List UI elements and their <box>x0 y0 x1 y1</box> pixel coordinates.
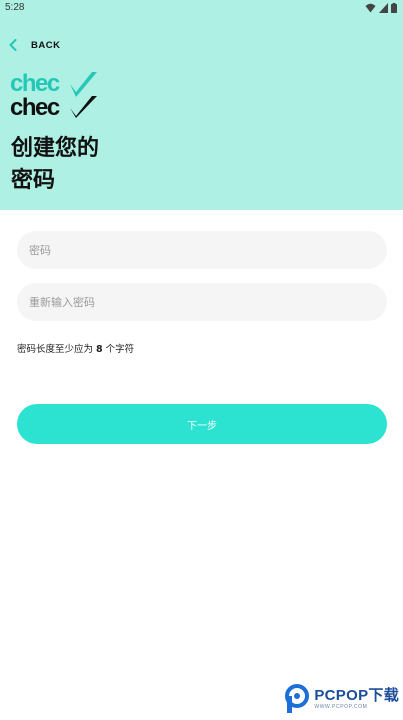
signal-icon <box>379 3 388 13</box>
status-time: 5:28 <box>5 2 25 13</box>
wifi-icon <box>365 3 376 13</box>
hint-min-length: 8 <box>96 344 103 355</box>
status-bar: 5:28 <box>0 0 403 16</box>
password-length-hint: 密码长度至少应为 8 个字符 <box>17 341 134 355</box>
page-title-line-2: 密码 <box>11 168 56 193</box>
watermark: PCPOP下载 WWW.PCPOP.COM <box>284 684 399 714</box>
back-button[interactable]: BACK <box>6 36 60 54</box>
hint-prefix: 密码长度至少应为 <box>17 344 97 355</box>
chevron-left-icon <box>6 36 20 54</box>
svg-text:chec: chec <box>10 94 60 118</box>
confirm-password-input[interactable] <box>17 283 387 321</box>
checkcheck-logo: chec chec <box>10 70 97 118</box>
hint-suffix: 个字符 <box>102 344 135 355</box>
watermark-text: PCPOP下载 <box>314 687 399 704</box>
battery-icon <box>391 3 397 13</box>
password-input[interactable] <box>17 231 387 269</box>
back-label: BACK <box>31 39 61 51</box>
watermark-subtext: WWW.PCPOP.COM <box>314 704 368 710</box>
svg-text:chec: chec <box>10 70 60 97</box>
pcpop-logo-icon <box>285 684 310 713</box>
next-button[interactable]: 下一步 <box>17 404 387 444</box>
status-icons <box>365 3 397 13</box>
page-title-line-1: 创建您的 <box>11 136 100 161</box>
page-title: 创建您的 密码 <box>11 133 99 197</box>
